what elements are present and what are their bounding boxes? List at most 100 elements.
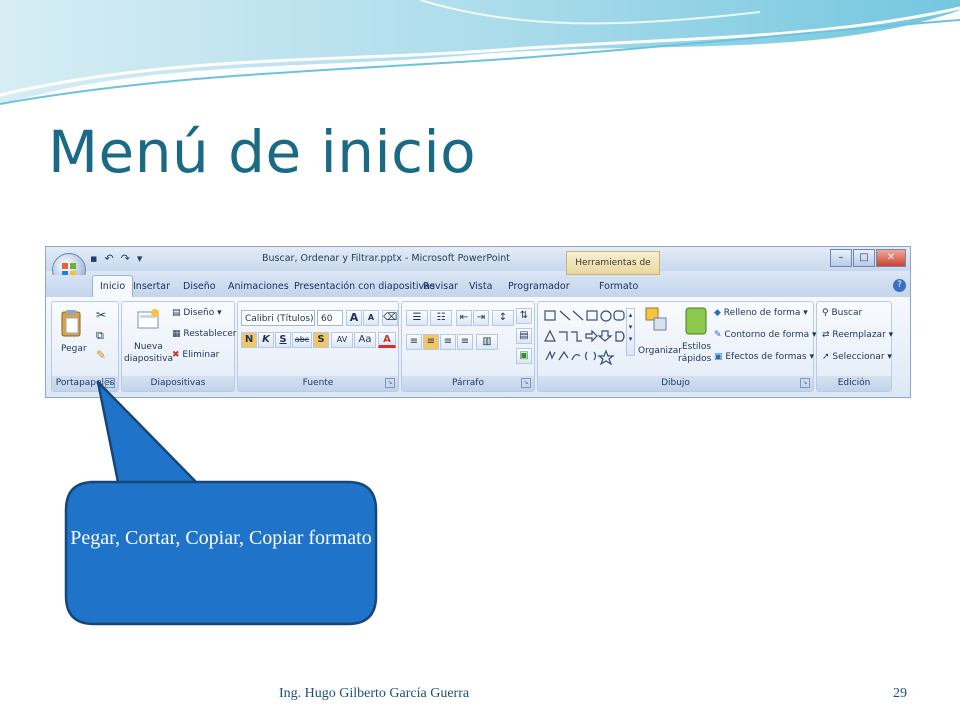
tab-inicio[interactable]: Inicio [92, 275, 134, 297]
new-slide-label-2[interactable]: diapositiva [124, 354, 173, 364]
save-icon[interactable]: ▪ [90, 252, 97, 265]
layout-icon: ▤ [172, 308, 184, 318]
customize-icon[interactable]: ▾ [137, 252, 143, 265]
group-parrafo: ☰ ☷ ⇤ ⇥ ↕ ⇅ ≡ ≡ ≡ ≡ ▥ ▤ ▣ Párrafo ↘ [401, 301, 535, 392]
delete-slide-button[interactable]: ✖ Eliminar [172, 350, 219, 360]
dialog-launcher-icon[interactable]: ↘ [385, 378, 395, 388]
italic-button[interactable]: K [258, 332, 274, 348]
shape-fill-button[interactable]: ◆ Relleno de forma ▾ [714, 308, 808, 318]
clipboard-paste-icon[interactable] [60, 308, 82, 338]
text-direction-icon[interactable]: ⇅ [516, 308, 532, 324]
tab-vista[interactable]: Vista [469, 281, 492, 292]
smartart-icon[interactable]: ▣ [516, 348, 532, 364]
clear-format-icon[interactable]: ⌫ [382, 310, 398, 326]
undo-icon[interactable]: ↶ [104, 252, 113, 265]
paste-label[interactable]: Pegar [61, 344, 87, 354]
quick-access-toolbar: ▪ ↶ ↷ ▾ [90, 252, 149, 265]
align-right-icon[interactable]: ≡ [440, 334, 456, 350]
group-label-dibujo: Dibujo [538, 376, 813, 391]
tab-diseno[interactable]: Diseño [183, 281, 216, 292]
tab-programador[interactable]: Programador [508, 281, 570, 292]
font-name-combo[interactable]: Calibri (Títulos) [241, 310, 315, 326]
tab-formato[interactable]: Formato [599, 281, 638, 292]
copy-icon[interactable]: ⧉ [96, 329, 104, 343]
header-wave-decoration [0, 0, 960, 105]
ribbon-screenshot: ▪ ↶ ↷ ▾ Buscar, Ordenar y Filtrar.pptx - Mi… [45, 246, 911, 398]
group-edicion: ⚲ Buscar ⇄ Reemplazar ▾ ➚ Seleccionar ▾ … [816, 301, 893, 392]
new-slide-label[interactable]: Nueva [134, 342, 163, 352]
justify-icon[interactable]: ≡ [457, 334, 473, 350]
increase-indent-icon[interactable]: ⇥ [473, 310, 489, 326]
group-label-parrafo: Párrafo [402, 376, 534, 391]
reset-icon: ▦ [172, 329, 184, 339]
window-controls: – □ ✕ [829, 249, 906, 267]
underline-button[interactable]: S [275, 332, 291, 348]
strikethrough-button[interactable]: abc [292, 332, 312, 348]
minimize-button[interactable]: – [830, 249, 852, 267]
contextual-tab-drawing-tools: Herramientas de dibujo [566, 251, 660, 290]
dialog-launcher-icon[interactable]: ↘ [105, 378, 115, 388]
font-color-button[interactable]: A [378, 332, 396, 348]
grow-font-button[interactable]: A [346, 310, 362, 326]
quick-styles-icon[interactable] [684, 306, 708, 336]
bold-button[interactable]: N [241, 332, 257, 348]
tab-presentacion[interactable]: Presentación con diapositivas [294, 281, 435, 292]
select-button[interactable]: ➚ Seleccionar ▾ [822, 352, 892, 362]
cut-icon[interactable]: ✂ [96, 308, 106, 322]
footer-author: Ing. Hugo Gilberto García Guerra [279, 686, 470, 701]
layout-button[interactable]: ▤ Diseño ▾ [172, 308, 222, 318]
numbering-icon[interactable]: ☷ [430, 310, 452, 326]
shadow-button[interactable]: S [313, 332, 329, 348]
close-button[interactable]: ✕ [876, 249, 906, 267]
format-painter-icon[interactable]: ✎ [96, 348, 106, 362]
window-titlebar: ▪ ↶ ↷ ▾ Buscar, Ordenar y Filtrar.pptx - Mi… [46, 247, 910, 290]
callout-text: Pegar, Cortar, Copiar, Copiar formato [70, 527, 372, 549]
font-size-combo[interactable]: 60 [317, 310, 343, 326]
delete-icon: ✖ [172, 350, 183, 360]
shape-effects-button[interactable]: ▣ Efectos de formas ▾ [714, 352, 814, 362]
dialog-launcher-icon[interactable]: ↘ [800, 378, 810, 388]
shapes-gallery-icon[interactable] [542, 308, 634, 366]
quick-styles-label-2[interactable]: rápidos [678, 354, 711, 364]
quick-styles-label[interactable]: Estilos [682, 342, 711, 352]
group-diapositivas: Nueva diapositiva ▤ Diseño ▾ ▦ Restablec… [121, 301, 236, 392]
arrange-icon[interactable] [644, 306, 670, 334]
slide-title: Menú de inicio [48, 118, 477, 186]
redo-icon[interactable]: ↷ [121, 252, 130, 265]
gallery-scroll[interactable]: ▴ ▾ ▾ [626, 308, 635, 356]
group-label-fuente: Fuente [238, 376, 398, 391]
help-icon[interactable]: ? [893, 279, 906, 292]
replace-icon: ⇄ [822, 330, 833, 340]
shrink-font-button[interactable]: A [363, 310, 379, 326]
new-slide-icon[interactable] [136, 308, 160, 332]
dialog-launcher-icon[interactable]: ↘ [521, 378, 531, 388]
maximize-button[interactable]: □ [853, 249, 875, 267]
group-dibujo: ▴ ▾ ▾ Organizar Estilos rápidos ◆ Relleno … [537, 301, 817, 392]
columns-icon[interactable]: ▥ [476, 334, 498, 350]
group-portapapeles: Pegar ✂ ⧉ ✎ Portapapeles ↘ [51, 301, 119, 392]
ribbon-body: Pegar ✂ ⧉ ✎ Portapapeles ↘ Nueva diaposi… [46, 297, 910, 397]
replace-button[interactable]: ⇄ Reemplazar ▾ [822, 330, 893, 340]
bullets-icon[interactable]: ☰ [406, 310, 428, 326]
change-case-button[interactable]: Aa [354, 332, 376, 348]
ribbon-tabs: Inicio Insertar Diseño Animaciones Prese… [46, 275, 910, 297]
window-title: Buscar, Ordenar y Filtrar.pptx - Microso… [262, 253, 510, 264]
tab-animaciones[interactable]: Animaciones [228, 281, 289, 292]
line-spacing-icon[interactable]: ↕ [492, 310, 514, 326]
decrease-indent-icon[interactable]: ⇤ [456, 310, 472, 326]
arrange-label[interactable]: Organizar [638, 346, 682, 356]
find-button[interactable]: ⚲ Buscar [822, 308, 862, 318]
group-label-edicion: Edición [817, 376, 891, 391]
reset-button[interactable]: ▦ Restablecer [172, 329, 236, 339]
page-number: 29 [893, 686, 907, 701]
tab-revisar[interactable]: Revisar [423, 281, 458, 292]
shape-outline-button[interactable]: ✎ Contorno de forma ▾ [714, 330, 817, 340]
cursor-icon: ➚ [822, 352, 833, 362]
tab-insertar[interactable]: Insertar [133, 281, 170, 292]
align-center-icon[interactable]: ≡ [423, 334, 439, 350]
char-spacing-button[interactable]: AV [331, 332, 353, 348]
paint-bucket-icon: ◆ [714, 308, 724, 318]
pen-icon: ✎ [714, 330, 725, 340]
align-text-icon[interactable]: ▤ [516, 328, 532, 344]
align-left-icon[interactable]: ≡ [406, 334, 422, 350]
